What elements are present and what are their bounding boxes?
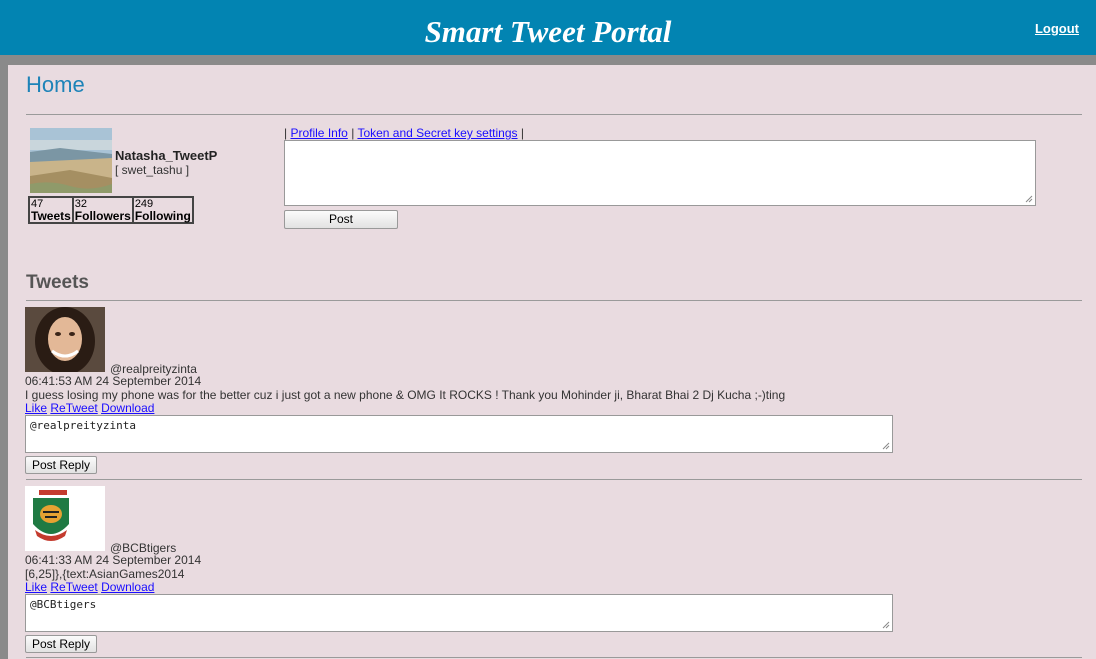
tweets-heading: Tweets — [26, 272, 90, 293]
link-separator: | — [351, 126, 355, 140]
stat-following: 249 Following — [131, 196, 194, 224]
app-title: Smart Tweet Portal — [424, 14, 672, 49]
stat-followers: 32 Followers — [71, 196, 134, 224]
profile-name: Natasha_TweetP — [115, 148, 218, 163]
tweet-timestamp: 06:41:53 AM 24 September 2014 — [25, 374, 202, 388]
token-settings-link[interactable]: Token and Secret key settings — [357, 126, 517, 140]
divider — [26, 300, 1082, 301]
tweet-actions: Like ReTweet Download — [25, 401, 154, 415]
retweet-link[interactable]: ReTweet — [50, 580, 97, 594]
tweet-text: [6,25]},{text:AsianGames2014 — [25, 567, 185, 581]
resize-handle-icon[interactable] — [882, 621, 890, 629]
tweet-timestamp: 06:41:33 AM 24 September 2014 — [25, 553, 202, 567]
like-link[interactable]: Like — [25, 580, 47, 594]
stat-label: Tweets — [31, 209, 71, 223]
profile-avatar — [30, 128, 112, 193]
like-link[interactable]: Like — [25, 401, 47, 415]
top-header: Smart Tweet Portal Logout — [0, 0, 1096, 55]
reply-value: @realpreityzinta — [30, 419, 136, 432]
left-border-strip — [0, 65, 8, 659]
reply-textarea[interactable]: @realpreityzinta — [25, 415, 893, 453]
resize-handle-icon[interactable] — [882, 442, 890, 450]
page-title: Home — [26, 72, 85, 97]
tweet-actions: Like ReTweet Download — [25, 580, 154, 594]
post-reply-button[interactable]: Post Reply — [25, 635, 98, 653]
download-link[interactable]: Download — [101, 580, 154, 594]
divider — [26, 479, 1082, 480]
tweet-avatar — [25, 307, 105, 372]
tweet-text: I guess losing my phone was for the bett… — [25, 388, 786, 402]
resize-handle-icon[interactable] — [1025, 195, 1033, 203]
reply-textarea[interactable]: @BCBtigers — [25, 594, 893, 632]
post-button[interactable]: Post — [284, 210, 398, 229]
link-separator: | — [284, 126, 288, 140]
divider — [26, 114, 1082, 115]
divider — [26, 657, 1082, 658]
tweet-compose-textarea[interactable] — [284, 140, 1036, 206]
profile-links: | Profile Info | Token and Secret key se… — [284, 126, 524, 140]
profile-info-link[interactable]: Profile Info — [290, 126, 347, 140]
logout-link[interactable]: Logout — [1035, 21, 1079, 36]
link-separator: | — [520, 126, 524, 140]
stat-label: Followers — [74, 209, 131, 223]
post-reply-button[interactable]: Post Reply — [25, 456, 98, 474]
stat-tweets: 47 Tweets — [28, 196, 74, 224]
header-divider-bar — [0, 55, 1096, 65]
profile-stats: 47 Tweets 32 Followers 249 Following — [28, 196, 194, 224]
profile-handle: [ swet_tashu ] — [115, 163, 190, 177]
stat-label: Following — [134, 209, 191, 223]
download-link[interactable]: Download — [101, 401, 154, 415]
retweet-link[interactable]: ReTweet — [50, 401, 97, 415]
reply-value: @BCBtigers — [30, 598, 97, 611]
tweet-avatar — [25, 486, 105, 551]
